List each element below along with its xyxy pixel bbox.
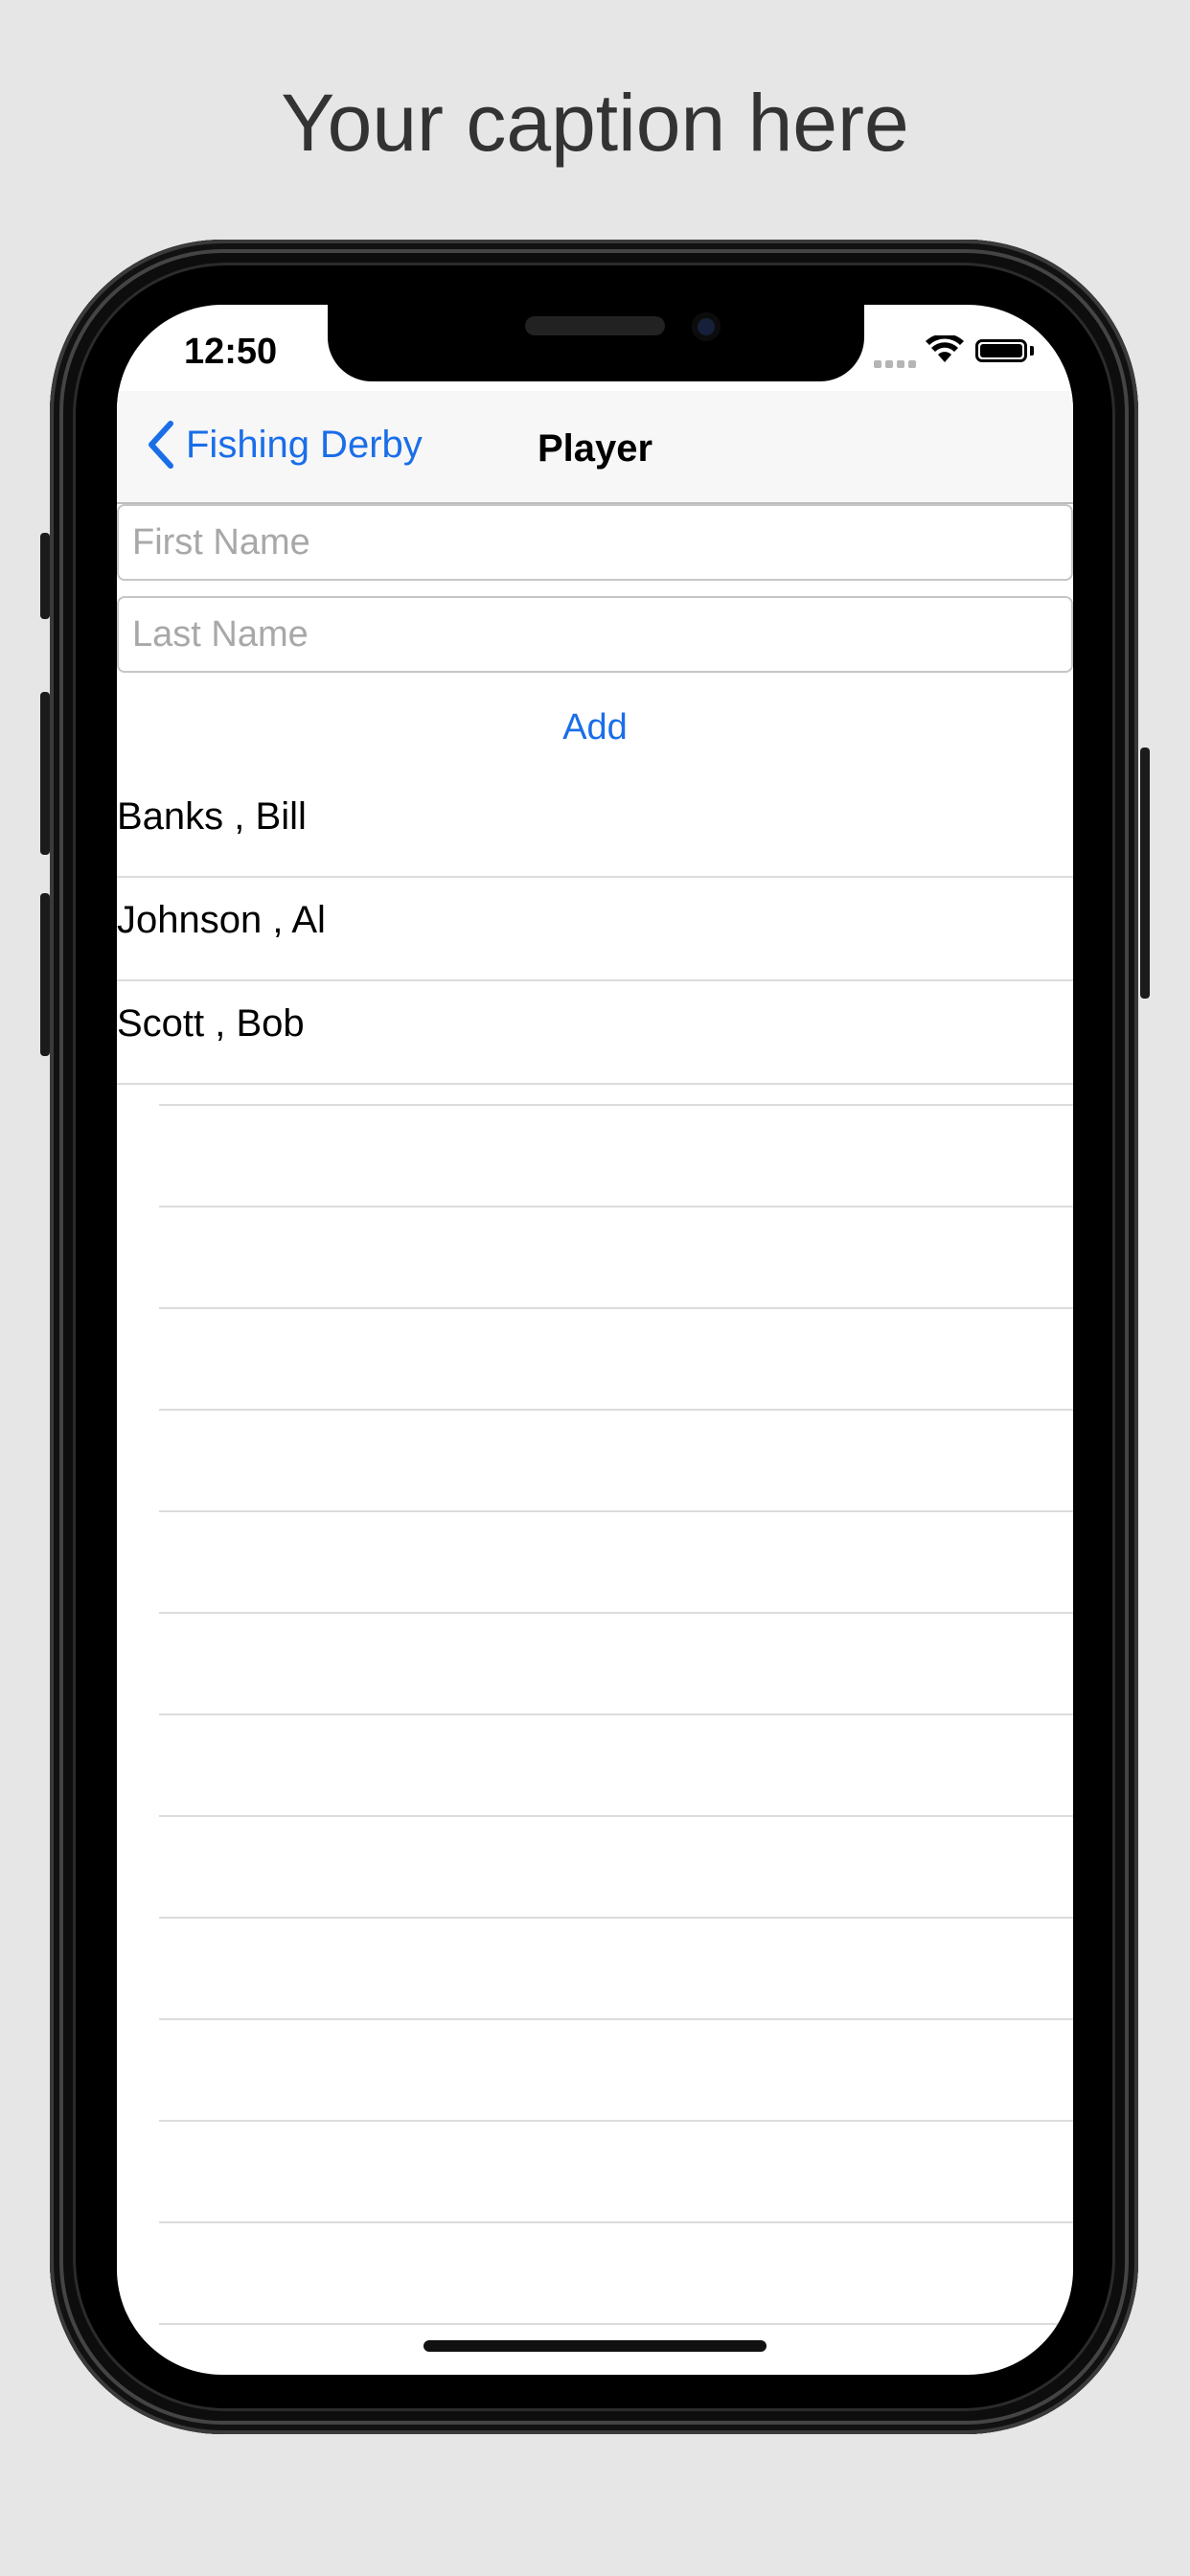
player-name: Johnson , Al bbox=[117, 899, 326, 941]
chevron-left-icon bbox=[149, 421, 173, 469]
battery-tip bbox=[1030, 346, 1034, 356]
row-separator bbox=[159, 1815, 1073, 1817]
row-separator bbox=[159, 1917, 1073, 1919]
player-name: Scott , Bob bbox=[117, 1002, 305, 1045]
home-indicator[interactable] bbox=[423, 2340, 767, 2352]
status-time: 12:50 bbox=[184, 332, 278, 372]
player-list: Banks , Bill Johnson , Al Scott , Bob bbox=[117, 774, 1073, 1085]
row-separator bbox=[159, 1714, 1073, 1715]
list-item[interactable]: Johnson , Al bbox=[117, 878, 1073, 981]
volume-up-button bbox=[40, 692, 50, 855]
row-separator bbox=[159, 2221, 1073, 2223]
player-name: Banks , Bill bbox=[117, 795, 307, 838]
row-separator bbox=[159, 1612, 1073, 1614]
last-name-field[interactable] bbox=[117, 596, 1073, 673]
list-item[interactable]: Banks , Bill bbox=[117, 774, 1073, 878]
row-separator bbox=[159, 2018, 1073, 2020]
caption: Your caption here bbox=[281, 78, 909, 168]
row-separator bbox=[159, 1307, 1073, 1309]
volume-down-button bbox=[40, 893, 50, 1056]
add-button[interactable]: Add bbox=[117, 707, 1073, 748]
power-button bbox=[1140, 748, 1150, 999]
speaker-grille bbox=[525, 316, 665, 335]
battery-icon bbox=[975, 339, 1027, 362]
row-separator bbox=[159, 1206, 1073, 1208]
notch bbox=[328, 305, 864, 381]
first-name-field[interactable] bbox=[117, 504, 1073, 581]
back-button-label: Fishing Derby bbox=[186, 423, 423, 466]
wifi-icon bbox=[926, 335, 964, 362]
silent-switch bbox=[40, 533, 50, 619]
row-separator bbox=[159, 1104, 1073, 1106]
cellular-signal-icon bbox=[874, 360, 916, 368]
back-button[interactable]: Fishing Derby bbox=[144, 420, 423, 470]
screen: 12:50 Fishing Derby Player Add Bank bbox=[117, 305, 1073, 2375]
row-separator bbox=[159, 1510, 1073, 1512]
list-item[interactable]: Scott , Bob bbox=[117, 981, 1073, 1085]
row-separator bbox=[159, 2323, 1073, 2325]
row-separator bbox=[159, 2120, 1073, 2122]
front-camera bbox=[692, 312, 721, 341]
navigation-bar: Fishing Derby Player bbox=[117, 391, 1073, 504]
row-separator bbox=[159, 1409, 1073, 1411]
